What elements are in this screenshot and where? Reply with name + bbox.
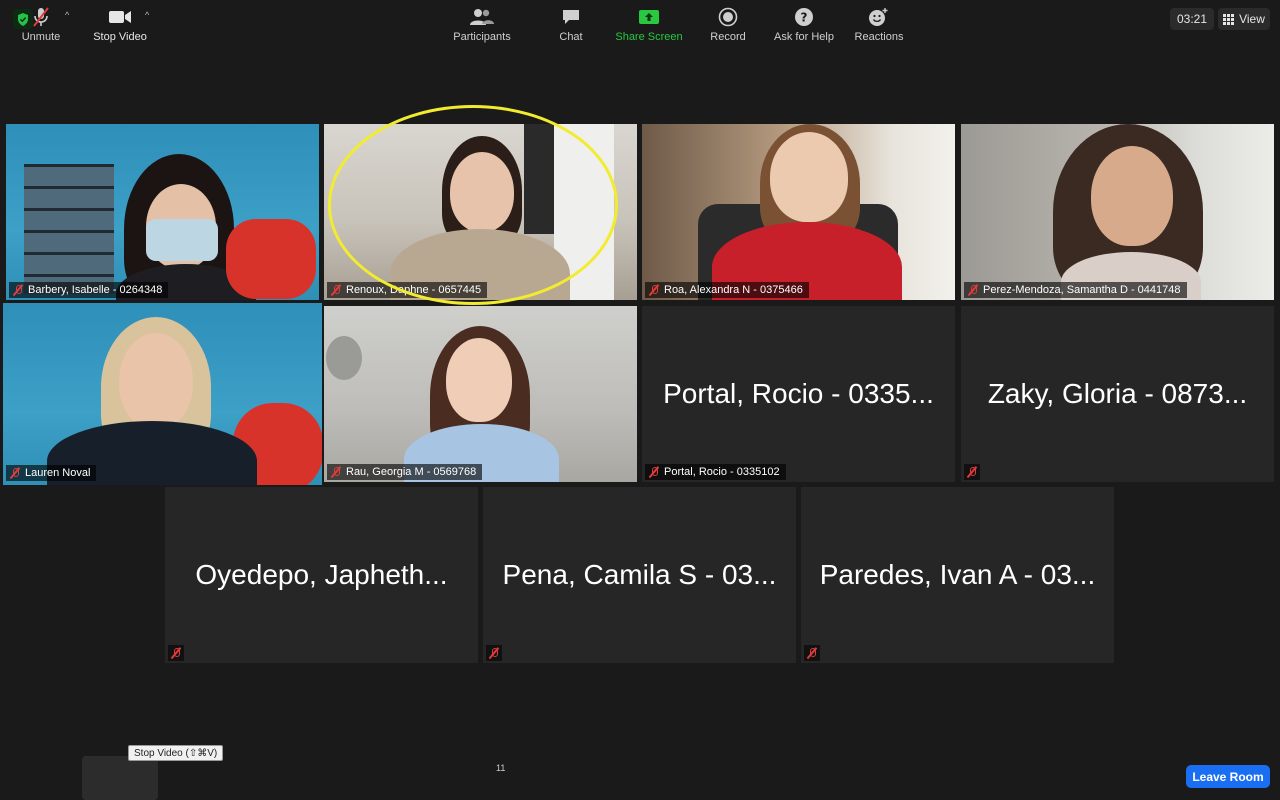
participant-name-label: Roa, Alexandra N - 0375466 [645, 282, 809, 298]
reaction-smiley-icon [868, 6, 890, 28]
record-icon [718, 6, 738, 28]
participant-name-label: Lauren Noval [6, 465, 97, 481]
participant-display-name: Pena, Camila S - 03... [502, 559, 777, 590]
reactions-label: Reactions [854, 31, 904, 43]
muted-mic-icon [649, 466, 659, 478]
participant-name: Roa, Alexandra N - 0375466 [664, 284, 803, 296]
participant-video [324, 124, 637, 300]
share-screen-label: Share Screen [615, 31, 683, 43]
video-tile-zaky[interactable]: Zaky, Gloria - 0873... [961, 306, 1274, 482]
view-button[interactable]: View [1218, 8, 1270, 30]
reactions-button[interactable]: Reactions [850, 0, 908, 48]
muted-mic-icon [171, 647, 181, 659]
stop-video-button[interactable]: Stop Video [88, 0, 152, 48]
audio-options-chevron-icon[interactable]: ^ [65, 10, 69, 20]
muted-mic-icon [13, 284, 23, 296]
video-tile-oyedepo[interactable]: Oyedepo, Japheth... [165, 487, 478, 663]
share-screen-button[interactable]: Share Screen [612, 0, 686, 48]
participant-name-label: Rau, Georgia M - 0569768 [327, 464, 483, 480]
participants-count: 11 [496, 763, 506, 773]
question-mark-icon: ? [794, 6, 814, 28]
participant-video [6, 124, 319, 300]
participant-video [324, 306, 637, 482]
participant-name-label [964, 464, 980, 480]
participant-video [961, 124, 1274, 300]
svg-text:?: ? [801, 11, 808, 25]
participant-video [3, 303, 322, 485]
participant-name-label [168, 645, 184, 661]
video-tile-lauren-noval[interactable]: Lauren Noval [3, 303, 322, 485]
video-tile-barbery[interactable]: Barbery, Isabelle - 0264348 [6, 124, 319, 300]
participant-display-name: Paredes, Ivan A - 03... [819, 559, 1096, 590]
video-tile-rau[interactable]: Rau, Georgia M - 0569768 [324, 306, 637, 482]
chat-label: Chat [559, 31, 583, 43]
participant-video [642, 124, 955, 300]
muted-mic-icon [968, 284, 978, 296]
stop-video-tooltip: Stop Video (⇧⌘V) [128, 745, 224, 761]
participants-label: Participants [453, 31, 511, 43]
grid-view-icon [1223, 13, 1235, 25]
meeting-timer: 03:21 [1170, 8, 1214, 30]
muted-mic-icon [967, 466, 977, 478]
video-tile-pena[interactable]: Pena, Camila S - 03... [483, 487, 796, 663]
record-button[interactable]: Record [704, 0, 752, 48]
participant-name: Portal, Rocio - 0335102 [664, 466, 780, 478]
participant-name: Lauren Noval [25, 467, 91, 479]
participant-name: Barbery, Isabelle - 0264348 [28, 284, 163, 296]
participant-display-name: Portal, Rocio - 0335... [663, 378, 934, 409]
video-tile-paredes[interactable]: Paredes, Ivan A - 03... [801, 487, 1114, 663]
chat-bubble-icon [561, 6, 581, 28]
unmute-button[interactable]: Unmute [16, 0, 66, 48]
muted-mic-icon [807, 647, 817, 659]
participants-icon [469, 6, 495, 28]
muted-microphone-icon [30, 6, 52, 28]
participants-button[interactable]: Participants [450, 0, 514, 48]
participant-name: Rau, Georgia M - 0569768 [346, 466, 477, 478]
participant-name-label [486, 645, 502, 661]
muted-mic-icon [10, 467, 20, 479]
unmute-label: Unmute [21, 31, 61, 43]
ask-for-help-button[interactable]: ? Ask for Help [770, 0, 838, 48]
video-tile-roa[interactable]: Roa, Alexandra N - 0375466 [642, 124, 955, 300]
participant-name-label: Perez-Mendoza, Samantha D - 0441748 [964, 282, 1187, 298]
stop-video-hover-bg [82, 756, 158, 800]
video-tile-portal[interactable]: Portal, Rocio - 0335... Portal, Rocio - … [642, 306, 955, 482]
muted-mic-icon [489, 647, 499, 659]
participant-display-name: Zaky, Gloria - 0873... [987, 378, 1248, 409]
participant-name-label: Barbery, Isabelle - 0264348 [9, 282, 169, 298]
video-options-chevron-icon[interactable]: ^ [145, 10, 149, 20]
ask-for-help-label: Ask for Help [774, 31, 834, 43]
leave-room-button[interactable]: Leave Room [1186, 765, 1270, 788]
muted-mic-icon [331, 284, 341, 296]
participant-name-label [804, 645, 820, 661]
video-tile-perez-mendoza[interactable]: Perez-Mendoza, Samantha D - 0441748 [961, 124, 1274, 300]
share-screen-icon [638, 6, 660, 28]
chat-button[interactable]: Chat [546, 0, 596, 48]
muted-mic-icon [331, 466, 341, 478]
participant-name-label: Renoux, Daphne - 0657445 [327, 282, 488, 298]
participant-name: Perez-Mendoza, Samantha D - 0441748 [983, 284, 1181, 296]
video-camera-icon [108, 6, 132, 28]
participant-name-label: Portal, Rocio - 0335102 [645, 464, 786, 480]
record-label: Record [710, 31, 746, 43]
video-tile-renoux[interactable]: Renoux, Daphne - 0657445 [324, 124, 637, 300]
stop-video-label: Stop Video [93, 31, 147, 43]
participant-display-name: Oyedepo, Japheth... [195, 559, 448, 590]
participant-name: Renoux, Daphne - 0657445 [346, 284, 482, 296]
muted-mic-icon [649, 284, 659, 296]
view-label: View [1239, 12, 1265, 26]
